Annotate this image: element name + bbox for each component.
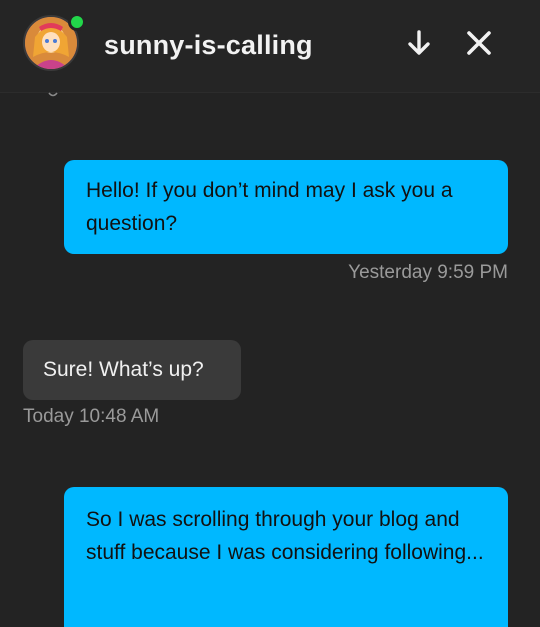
message-bubble-sent[interactable]: So I was scrolling through your blog and…	[64, 487, 508, 627]
chat-username[interactable]: sunny-is-calling	[104, 30, 313, 61]
message-timestamp: Yesterday 9:59 PM	[348, 262, 508, 283]
message-bubble-received[interactable]: Sure! What’s up?	[23, 340, 241, 400]
close-icon[interactable]	[462, 26, 496, 60]
chat-window: sunny-is-calling Hello! If you don’t min…	[0, 0, 540, 627]
message-bubble-sent[interactable]: Hello! If you don’t mind may I ask you a…	[64, 160, 508, 254]
chat-header: sunny-is-calling	[0, 0, 540, 93]
message-text: Sure! What’s up?	[43, 358, 204, 381]
message-timestamp: Today 10:48 AM	[23, 406, 160, 427]
message-text: Hello! If you don’t mind may I ask you a…	[86, 179, 453, 235]
message-text: So I was scrolling through your blog and…	[86, 508, 484, 564]
online-status-dot	[68, 13, 86, 31]
chevron-down-icon[interactable]	[402, 26, 436, 60]
scrolled-content-fragment	[48, 92, 58, 97]
